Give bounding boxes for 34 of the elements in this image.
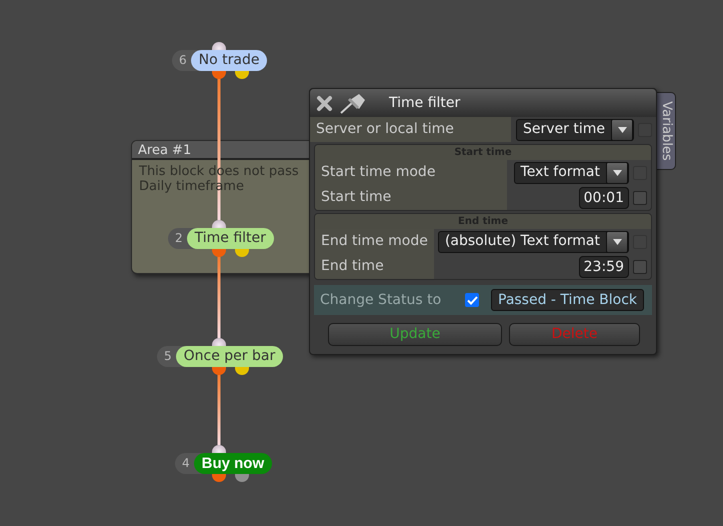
output-pin[interactable] (235, 367, 249, 375)
area-title: Area #1 (137, 142, 192, 160)
output-pin[interactable] (212, 71, 226, 79)
node-label[interactable]: No trade (190, 50, 268, 71)
output-pin[interactable] (212, 367, 226, 375)
pin-icon[interactable] (339, 92, 367, 114)
output-pin[interactable] (235, 71, 249, 79)
input-pin[interactable] (212, 445, 226, 453)
caret-icon (612, 170, 622, 176)
caret-icon (618, 126, 626, 132)
status-label: Change Status to (320, 290, 442, 310)
close-icon[interactable] (316, 94, 333, 112)
output-pin[interactable] (212, 474, 226, 482)
input-pin[interactable] (212, 42, 226, 50)
status-value[interactable]: Passed - Time Block (491, 289, 644, 311)
connector-line (218, 374, 220, 445)
field-label: End time mode (315, 229, 434, 254)
checkbox[interactable] (633, 190, 647, 204)
node-label[interactable]: Time filter (186, 228, 274, 249)
time-field[interactable]: 00:01 (578, 186, 629, 208)
node-label[interactable]: Once per bar (176, 346, 284, 367)
input-pin[interactable] (212, 338, 226, 346)
checkbox[interactable] (633, 260, 647, 274)
field-label: Start time mode (315, 160, 507, 185)
dialog-title: Time filter (389, 94, 460, 112)
status-checkbox[interactable] (465, 293, 479, 307)
node-label[interactable]: Buy now (194, 453, 272, 474)
field-label: Start time (315, 185, 507, 210)
variables-tab[interactable]: Variables (656, 92, 676, 170)
field-label: Server or local time (310, 117, 511, 142)
field-label: End time (315, 254, 434, 279)
time-field[interactable]: 23:59 (578, 256, 629, 278)
caret-icon (612, 238, 622, 244)
output-pin[interactable] (235, 474, 249, 482)
